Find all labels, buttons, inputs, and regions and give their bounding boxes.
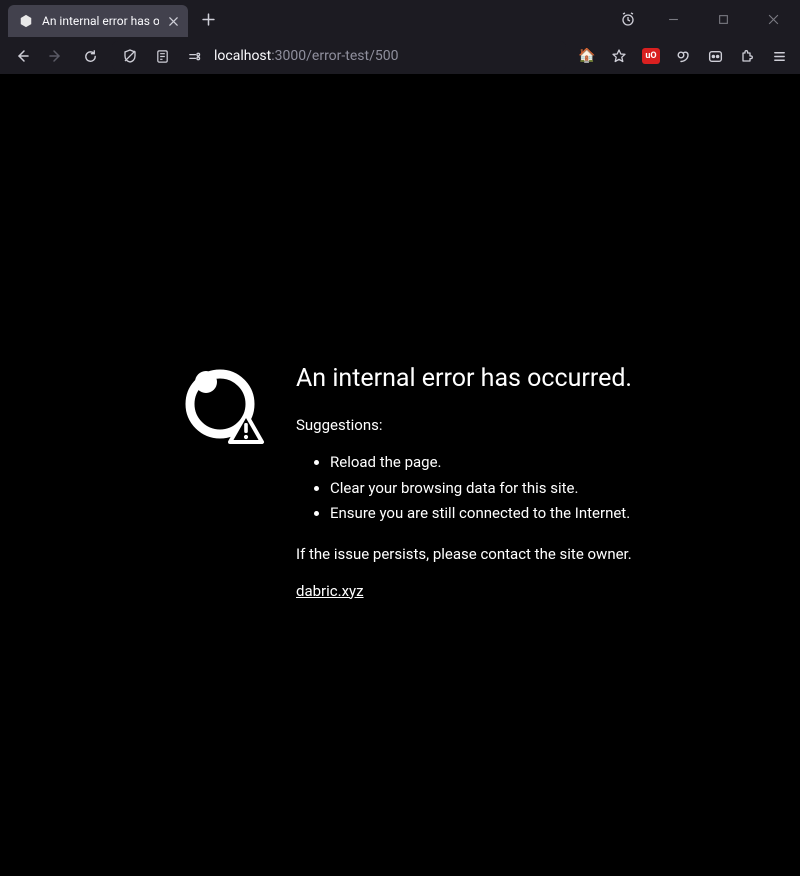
url-port: :3000	[271, 48, 306, 64]
tab-title: An internal error has occurred	[42, 14, 159, 28]
alarm-icon[interactable]	[610, 4, 646, 34]
suggestions-list: Reload the page. Clear your browsing dat…	[296, 450, 648, 527]
new-tab-button[interactable]	[194, 5, 222, 33]
tab-favicon-icon	[18, 13, 34, 29]
titlebar: An internal error has occurred	[0, 0, 800, 38]
extension-a-icon[interactable]	[668, 42, 698, 70]
error-text: An internal error has occurred. Suggesti…	[296, 364, 648, 600]
urlbar[interactable]: localhost:3000/error-test/500	[112, 41, 566, 71]
shield-off-icon[interactable]	[118, 44, 142, 68]
permissions-icon[interactable]	[182, 44, 206, 68]
back-button[interactable]	[6, 41, 38, 71]
app-menu-icon[interactable]	[764, 42, 794, 70]
browser-tab[interactable]: An internal error has occurred	[8, 5, 188, 37]
suggestion-item: Clear your browsing data for this site.	[330, 476, 648, 502]
site-owner-link[interactable]: dabric.xyz	[296, 582, 364, 600]
error-title: An internal error has occurred.	[296, 364, 648, 394]
window-close-button[interactable]	[750, 4, 796, 34]
error-globe-warning-icon	[180, 364, 262, 446]
toolbar: localhost:3000/error-test/500 🏠 uO	[0, 38, 800, 74]
forward-button[interactable]	[40, 41, 72, 71]
extension-icons: 🏠 uO	[572, 42, 794, 70]
persist-message: If the issue persists, please contact th…	[296, 545, 648, 563]
url-host: localhost	[214, 48, 271, 64]
suggestion-item: Reload the page.	[330, 450, 648, 476]
extension-b-icon[interactable]	[700, 42, 730, 70]
extensions-puzzle-icon[interactable]	[732, 42, 762, 70]
suggestions-label: Suggestions:	[296, 416, 648, 434]
error-block: An internal error has occurred. Suggesti…	[180, 364, 648, 600]
ublock-extension-icon[interactable]: uO	[636, 42, 666, 70]
content-area: An internal error has occurred. Suggesti…	[0, 74, 800, 876]
titlebar-right	[610, 4, 800, 34]
tabs-area: An internal error has occurred	[0, 0, 610, 38]
window-maximize-button[interactable]	[700, 4, 746, 34]
home-extension-icon[interactable]: 🏠	[572, 42, 602, 70]
suggestion-item: Ensure you are still connected to the In…	[330, 501, 648, 527]
window-minimize-button[interactable]	[650, 4, 696, 34]
page-info-icon[interactable]	[150, 44, 174, 68]
tab-close-icon[interactable]	[167, 12, 180, 30]
url-text: localhost:3000/error-test/500	[214, 48, 398, 64]
url-path: /error-test/500	[306, 48, 398, 64]
reload-button[interactable]	[74, 41, 106, 71]
bookmark-star-icon[interactable]	[604, 42, 634, 70]
